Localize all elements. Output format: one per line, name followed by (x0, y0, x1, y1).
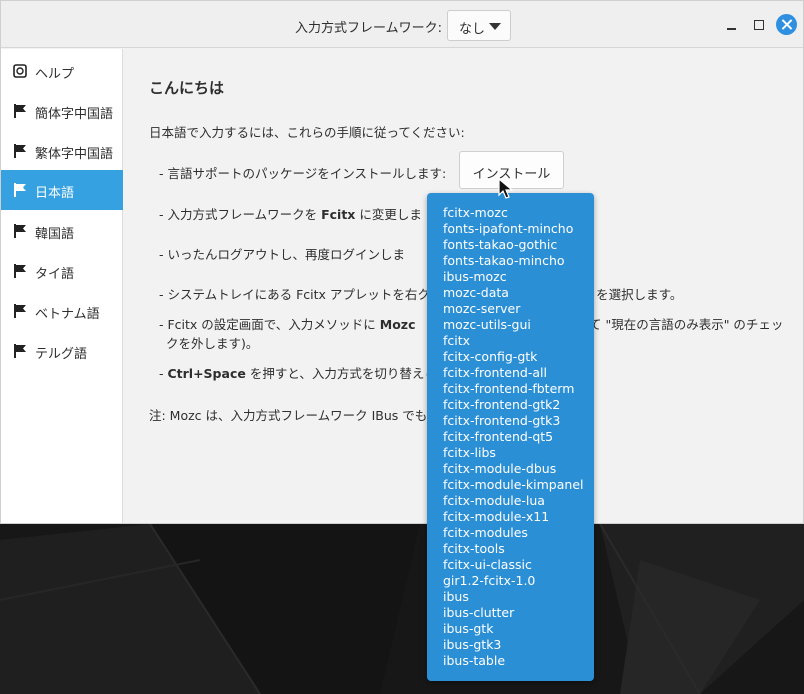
sidebar-item-simplified-chinese[interactable]: 簡体字中国語 (1, 91, 123, 131)
step-bold-text: Mozc (379, 317, 416, 332)
package-item: ibus (443, 589, 469, 604)
flag-icon (14, 104, 26, 118)
package-item: fcitx-module-dbus (443, 461, 557, 476)
maximize-button[interactable] (749, 15, 769, 35)
help-icon (13, 64, 27, 78)
sidebar-item-label: 簡体字中国語 (35, 107, 114, 122)
flag-icon (14, 264, 26, 278)
package-item: fcitx-mozc (443, 205, 508, 220)
framework-select[interactable]: なし (447, 10, 511, 41)
sidebar-item-label: タイ語 (35, 267, 75, 282)
step-change-framework: - 入力方式フレームワークを Fcitx に変更しま (159, 204, 422, 223)
chevron-down-icon (489, 23, 501, 30)
package-item: ibus-mozc (443, 269, 507, 284)
package-item: fcitx-ui-classic (443, 557, 532, 572)
sidebar-item-korean[interactable]: 韓国語 (1, 211, 123, 251)
mouse-cursor-icon (498, 178, 514, 199)
minimize-button[interactable] (722, 15, 742, 35)
page-title: こんにちは (149, 79, 225, 97)
step-switch-method: - Ctrl+Space を押すと、入力方式を切り替えら (159, 363, 437, 382)
step-bold-text: Ctrl+Space (167, 366, 246, 381)
sidebar-item-label: 韓国語 (35, 227, 75, 242)
step-text: - Fcitx の設定画面で、入力メソッドに (159, 317, 380, 332)
package-item: fcitx-libs (443, 445, 496, 460)
note-text: 注: Mozc は、入力方式フレームワーク IBus でも (149, 408, 428, 423)
flag-icon (14, 344, 26, 358)
step-text: - システムトレイにある Fcitx アプレットを右ク (159, 287, 430, 302)
step-tray-applet: - システムトレイにある Fcitx アプレットを右ク 定" を選択します。 (159, 284, 682, 303)
flag-icon (14, 224, 26, 238)
sidebar-item-help[interactable]: ヘルプ (1, 51, 123, 91)
package-item: fcitx-module-x11 (443, 509, 550, 524)
package-item: fcitx-frontend-qt5 (443, 429, 554, 444)
step-text: に変更しま (355, 207, 422, 222)
package-item: fonts-ipafont-mincho (443, 221, 574, 236)
intro-text: 日本語で入力するには、これらの手順に従ってください: (149, 125, 465, 140)
step-relogin: - いったんログアウトし、再度ログインしま (159, 247, 405, 262)
flag-icon (14, 144, 26, 158)
flag-icon (14, 304, 26, 318)
package-item: fonts-takao-gothic (443, 237, 558, 252)
package-item: ibus-clutter (443, 605, 515, 620)
sidebar-item-label: ベトナム語 (35, 307, 100, 322)
package-item: fcitx-frontend-gtk3 (443, 413, 561, 428)
package-item: mozc-server (443, 301, 521, 316)
package-item: fcitx-module-lua (443, 493, 545, 508)
framework-label: 入力方式フレームワーク: (295, 21, 442, 36)
package-item: fonts-takao-mincho (443, 253, 565, 268)
package-item: mozc-data (443, 285, 509, 300)
package-item: ibus-gtk3 (443, 637, 502, 652)
package-list-popup: fcitx-mozc fonts-ipafont-mincho fonts-ta… (427, 193, 594, 681)
package-item: fcitx (443, 333, 471, 348)
package-item: fcitx-frontend-all (443, 365, 547, 380)
close-button[interactable] (776, 14, 797, 35)
package-item: fcitx-frontend-gtk2 (443, 397, 561, 412)
sidebar-item-vietnamese[interactable]: ベトナム語 (1, 291, 123, 331)
package-item: fcitx-module-kimpanel (443, 477, 584, 492)
step-fcitx-settings-line2: クを外します)。 (166, 336, 259, 351)
step-text: - 入力方式フレームワークを (159, 207, 322, 222)
step-install-packages: - 言語サポートのパッケージをインストールします: (159, 166, 447, 181)
package-item: fcitx-tools (443, 541, 505, 556)
step-text: を押すと、入力方式を切り替えら (245, 366, 437, 381)
sidebar-item-telugu[interactable]: テルグ語 (1, 331, 123, 371)
sidebar-item-label: ヘルプ (35, 67, 75, 82)
titlebar: 入力方式フレームワーク: なし (1, 1, 803, 48)
package-item: ibus-table (443, 653, 506, 668)
sidebar-item-japanese[interactable]: 日本語 (1, 170, 123, 210)
flag-icon (14, 183, 26, 197)
sidebar-item-label: 繁体字中国語 (35, 147, 114, 162)
package-item: ibus-gtk (443, 621, 494, 636)
sidebar-item-thai[interactable]: タイ語 (1, 251, 123, 291)
package-item: mozc-utils-gui (443, 317, 531, 332)
package-item: fcitx-frontend-fbterm (443, 381, 575, 396)
sidebar-item-label: 日本語 (35, 186, 75, 201)
framework-select-value: なし (459, 22, 486, 37)
input-method-window: 入力方式フレームワーク: なし ヘルプ 簡体字中国語 繁体字中国語 日本語 韓国… (0, 0, 804, 524)
package-item: gir1.2-fcitx-1.0 (443, 573, 536, 588)
language-sidebar: ヘルプ 簡体字中国語 繁体字中国語 日本語 韓国語 タイ語 ベトナム語 テルグ語 (1, 49, 123, 523)
package-item: fcitx-modules (443, 525, 528, 540)
sidebar-item-label: テルグ語 (35, 347, 88, 362)
package-item: fcitx-config-gtk (443, 349, 538, 364)
step-bold-text: Fcitx (321, 207, 356, 222)
sidebar-item-traditional-chinese[interactable]: 繁体字中国語 (1, 131, 123, 171)
